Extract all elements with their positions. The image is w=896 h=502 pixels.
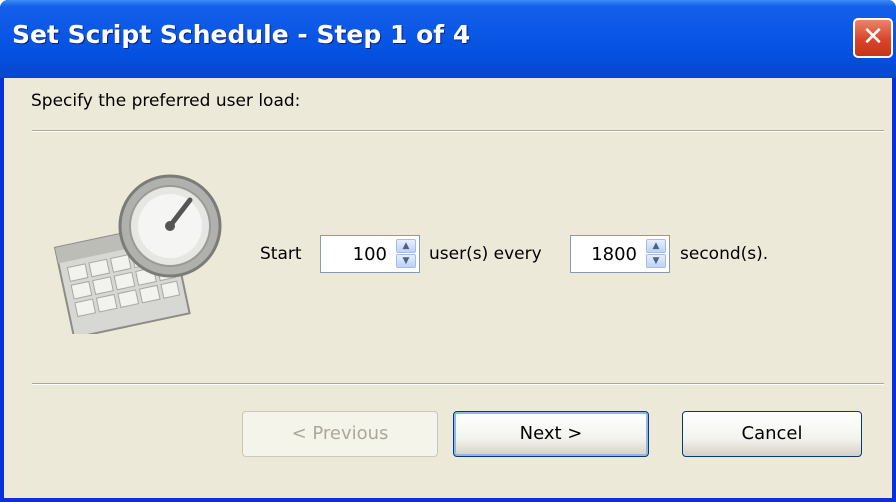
chevron-up-icon[interactable]: ▲ xyxy=(646,239,666,253)
cancel-button[interactable]: Cancel xyxy=(682,411,862,457)
stopwatch-calendar-icon xyxy=(53,174,222,334)
instruction-text: Specify the preferred user load: xyxy=(31,91,301,111)
dialog-window: Set Script Schedule - Step 1 of 4 ✕ Spec… xyxy=(0,0,896,502)
chevron-down-icon[interactable]: ▼ xyxy=(396,254,416,268)
close-icon: ✕ xyxy=(862,22,884,52)
dialog-body: Specify the preferred user load: Start 1… xyxy=(4,78,892,498)
users-spinner-arrows[interactable]: ▲ ▼ xyxy=(396,239,416,269)
seconds-unit-label: second(s). xyxy=(680,244,769,264)
seconds-spinner-arrows[interactable]: ▲ ▼ xyxy=(646,239,666,269)
previous-button[interactable]: < Previous xyxy=(242,411,438,457)
seconds-spinner[interactable]: 1800 ▲ ▼ xyxy=(570,235,670,273)
seconds-value[interactable]: 1800 xyxy=(573,244,637,265)
chevron-down-icon[interactable]: ▼ xyxy=(646,254,666,268)
next-button[interactable]: Next > xyxy=(453,411,649,457)
dialog-title: Set Script Schedule - Step 1 of 4 xyxy=(12,20,471,49)
chevron-up-icon[interactable]: ▲ xyxy=(396,239,416,253)
bottom-separator xyxy=(32,383,884,385)
top-separator xyxy=(32,130,884,132)
start-label: Start xyxy=(260,244,302,264)
users-value[interactable]: 100 xyxy=(323,244,387,265)
users-spinner[interactable]: 100 ▲ ▼ xyxy=(320,235,420,273)
close-button[interactable]: ✕ xyxy=(853,18,893,58)
title-bar[interactable]: Set Script Schedule - Step 1 of 4 ✕ xyxy=(0,0,896,78)
users-unit-label: user(s) every xyxy=(429,244,542,264)
